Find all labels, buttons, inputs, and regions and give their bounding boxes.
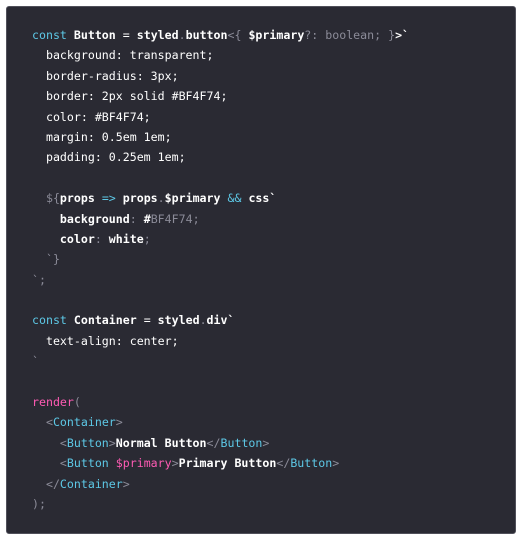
- code-line[interactable]: render(: [32, 392, 507, 412]
- code-token: `}: [32, 252, 60, 267]
- code-token: </: [276, 456, 291, 471]
- code-line[interactable]: </Container>: [32, 474, 507, 494]
- code-token: Button: [73, 28, 116, 42]
- code-token: Button: [66, 456, 116, 471]
- code-line[interactable]: background: #BF4F74;: [32, 209, 507, 229]
- code-token: Button: [220, 435, 263, 450]
- code-token: color: #BF4F74;: [32, 109, 151, 124]
- code-token: Button: [290, 456, 333, 471]
- code-line[interactable]: <Container>: [32, 412, 507, 432]
- code-token: Container: [73, 313, 137, 328]
- code-line[interactable]: padding: 0.25em 1em;: [32, 147, 507, 167]
- code-token: border-radius: 3px;: [32, 68, 179, 83]
- code-token: :: [94, 231, 109, 246]
- code-token: const: [32, 28, 74, 42]
- code-line[interactable]: margin: 0.5em 1em;: [32, 127, 507, 147]
- code-token: =: [115, 28, 137, 42]
- code-token: const: [32, 313, 74, 328]
- code-token: ?:: [304, 28, 326, 42]
- code-token: <{: [227, 28, 249, 42]
- code-token: >: [332, 456, 340, 471]
- code-editor[interactable]: const Button = styled.button<{ $primary?…: [6, 6, 516, 534]
- code-token: Normal Button: [115, 435, 207, 450]
- code-token: ;: [143, 231, 151, 246]
- code-token: background: transparent;: [32, 48, 214, 63]
- code-line[interactable]: [32, 290, 507, 310]
- code-token: button: [185, 28, 228, 42]
- code-token: <: [32, 456, 67, 471]
- code-area[interactable]: const Button = styled.button<{ $primary?…: [32, 25, 507, 514]
- code-token: (: [73, 395, 81, 410]
- code-token: <: [32, 435, 67, 450]
- code-token: .: [157, 191, 165, 206]
- code-token: props: [122, 191, 158, 206]
- code-line[interactable]: text-align: center;: [32, 331, 507, 351]
- code-token: >: [122, 476, 130, 491]
- code-line[interactable]: );: [32, 494, 507, 514]
- code-line[interactable]: background: transparent;: [32, 45, 507, 65]
- code-token: >: [171, 456, 179, 471]
- code-token: white: [108, 231, 144, 246]
- code-token: $primary: [164, 191, 228, 206]
- code-token: background: [32, 211, 130, 226]
- code-token: </: [32, 476, 60, 491]
- code-token: props: [59, 191, 102, 206]
- code-token: styled: [157, 313, 200, 328]
- code-line[interactable]: color: #BF4F74;: [32, 107, 507, 127]
- code-token: `;: [32, 272, 46, 287]
- code-token: <: [32, 415, 53, 430]
- code-line[interactable]: border-radius: 3px;: [32, 66, 507, 86]
- code-line[interactable]: `}: [32, 249, 507, 269]
- code-token: >: [262, 435, 270, 450]
- code-token: >: [108, 435, 116, 450]
- code-token: BF4F74;: [150, 211, 200, 226]
- code-token: .: [199, 313, 207, 328]
- code-token: render: [32, 395, 74, 410]
- code-token: styled: [136, 28, 179, 42]
- code-token: ; }: [374, 28, 396, 42]
- code-token: css`: [248, 191, 277, 206]
- code-line[interactable]: const Container = styled.div`: [32, 310, 507, 330]
- code-token: =: [136, 313, 158, 328]
- code-line[interactable]: [32, 168, 507, 188]
- code-token: #: [143, 211, 151, 226]
- code-token: `: [32, 354, 39, 369]
- code-token: .: [178, 28, 186, 42]
- code-token: text-align: center;: [32, 333, 179, 348]
- code-token: boolean: [325, 28, 375, 42]
- code-token: Button: [66, 435, 109, 450]
- code-token: </: [206, 435, 221, 450]
- code-token: div`: [206, 313, 235, 328]
- code-line[interactable]: <Button>Normal Button</Button>: [32, 433, 507, 453]
- code-token: color: [32, 231, 95, 246]
- code-token: margin: 0.5em 1em;: [32, 129, 172, 144]
- code-line[interactable]: `: [32, 351, 507, 371]
- code-token: padding: 0.25em 1em;: [32, 150, 186, 165]
- code-line[interactable]: ${props => props.$primary && css`: [32, 188, 507, 208]
- code-line[interactable]: <Button $primary>Primary Button</Button>: [32, 453, 507, 473]
- code-token: Container: [52, 415, 116, 430]
- code-token: $primary: [115, 456, 172, 471]
- code-token: );: [32, 496, 46, 511]
- code-line[interactable]: const Button = styled.button<{ $primary?…: [32, 25, 507, 45]
- code-token: >`: [395, 28, 410, 42]
- code-token: Primary Button: [178, 456, 277, 471]
- code-token: >: [115, 415, 123, 430]
- code-token: $primary: [248, 28, 305, 42]
- code-line[interactable]: border: 2px solid #BF4F74;: [32, 86, 507, 106]
- code-token: &&: [227, 191, 249, 206]
- code-line[interactable]: [32, 372, 507, 392]
- code-token: border: 2px solid #BF4F74;: [32, 89, 228, 104]
- code-token: :: [129, 211, 144, 226]
- code-token: ${: [32, 191, 60, 206]
- code-line[interactable]: color: white;: [32, 229, 507, 249]
- code-line[interactable]: `;: [32, 270, 507, 290]
- code-token: Container: [59, 476, 123, 491]
- code-token: =>: [101, 191, 123, 206]
